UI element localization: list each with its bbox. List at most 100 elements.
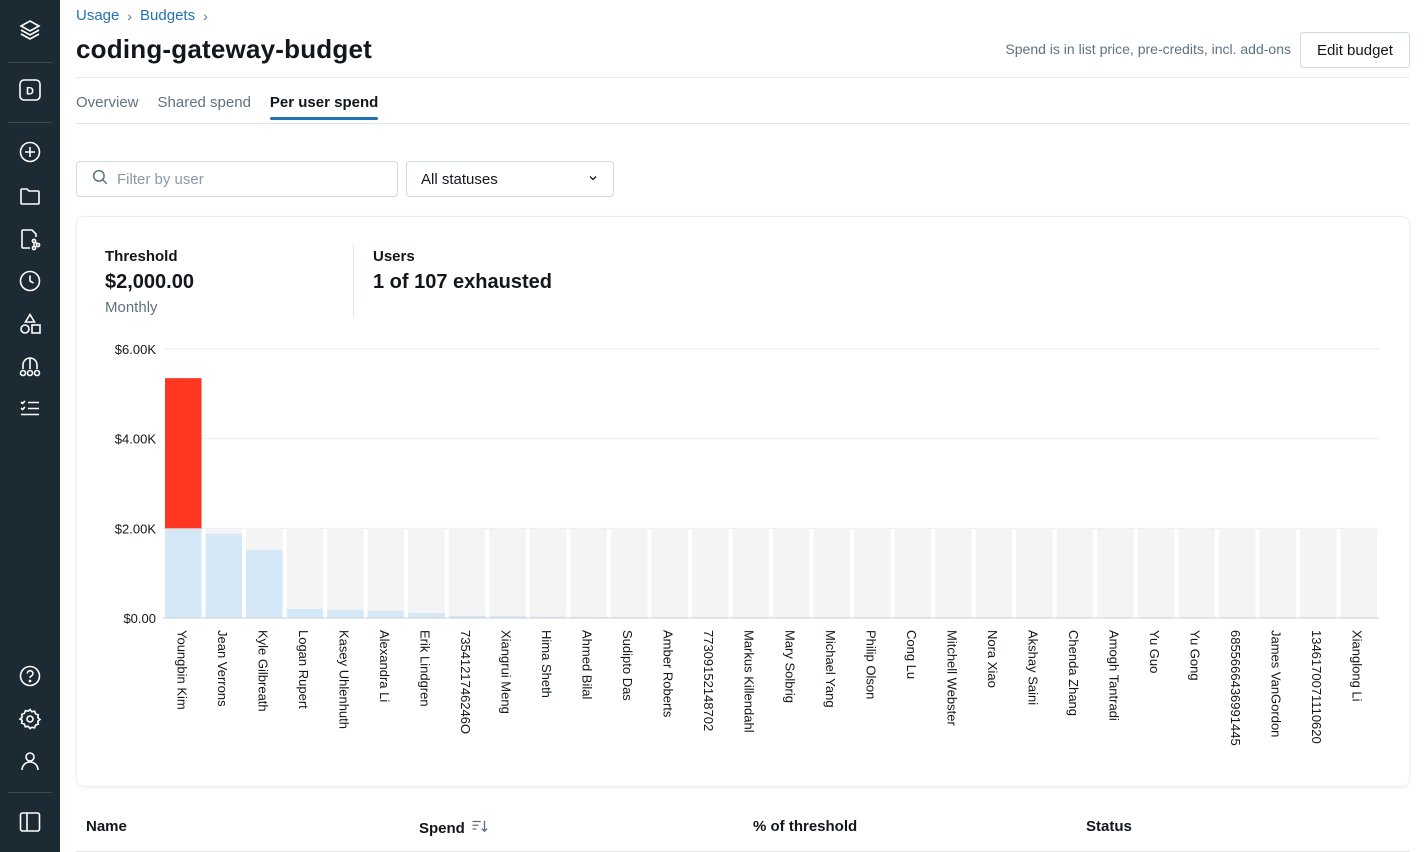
clock-icon[interactable] (18, 269, 42, 293)
x-tick-label: 7354121746246O (458, 630, 473, 734)
tab-per-user-spend[interactable]: Per user spend (269, 94, 379, 120)
threshold-band (1137, 528, 1175, 618)
threshold-band (1178, 528, 1215, 618)
y-tick-label: $2.00K (115, 521, 157, 536)
threshold-band (1097, 528, 1134, 618)
threshold-band (854, 528, 891, 618)
threshold-band (691, 528, 729, 618)
x-tick-label: Hima Sheth (539, 630, 554, 698)
y-tick-label: $0.00 (123, 611, 156, 626)
x-tick-label: Cong Lu (904, 630, 919, 679)
bar (408, 613, 445, 618)
column-status[interactable]: Status (1086, 818, 1132, 835)
bar (367, 610, 405, 618)
x-tick-label: Nora Xiao (985, 630, 1000, 688)
threshold-band (570, 528, 607, 618)
threshold-band (935, 528, 972, 618)
checklist-icon[interactable] (18, 397, 42, 421)
x-tick-label: James VanGordon (1269, 630, 1284, 737)
threshold-band (1340, 528, 1377, 618)
x-tick-label: Philip Olson (863, 630, 878, 699)
per-user-spend-chart: $0.00 $2.00K $4.00K $6.00K Youngbin Kim Jean … (115, 342, 1379, 746)
threshold-band (286, 528, 324, 618)
header-divider (76, 77, 1410, 78)
x-tick-label: Chenda Zhang (1066, 630, 1081, 716)
folder-icon[interactable] (18, 184, 42, 208)
bar (286, 609, 324, 618)
chevron-down-icon (587, 171, 599, 188)
hierarchy-icon[interactable] (18, 355, 42, 379)
x-tick-label: Amogh Tantradi (1107, 630, 1122, 721)
x-tick-label: Akshay Saini (1025, 630, 1040, 705)
layers-logo-icon[interactable] (18, 18, 42, 42)
search-icon (91, 168, 109, 191)
x-tick-label: Mitchell Webster (944, 630, 959, 727)
column-spend[interactable]: Spend (419, 818, 489, 838)
plus-circle-icon[interactable] (18, 140, 42, 164)
bar-over-threshold (165, 378, 202, 529)
bar-under-threshold (165, 528, 202, 618)
threshold-band (367, 528, 405, 618)
threshold-band (1259, 528, 1296, 618)
sort-descending-icon[interactable] (471, 818, 489, 838)
table-header: Name Spend % of threshold Status (76, 806, 1410, 852)
user-icon[interactable] (18, 749, 42, 773)
threshold-band (813, 528, 851, 618)
threshold-band (327, 528, 364, 618)
filter-by-user-input[interactable] (117, 170, 377, 188)
bar (246, 549, 283, 618)
threshold-band (1016, 528, 1053, 618)
x-tick-label: Sudipto Das (620, 630, 635, 701)
per-user-spend-card: Threshold $2,000.00 Monthly Users 1 of 1… (76, 216, 1410, 787)
edit-budget-button[interactable]: Edit budget (1300, 32, 1410, 68)
threshold-band (1218, 528, 1256, 618)
threshold-band (1299, 528, 1337, 618)
threshold-band (651, 528, 688, 618)
y-tick-label: $6.00K (115, 342, 157, 357)
threshold-band (732, 528, 769, 618)
x-tick-label: Ahmed Bilal (580, 630, 595, 699)
column-percent-of-threshold[interactable]: % of threshold (753, 818, 857, 835)
threshold-band (610, 528, 648, 618)
x-tick-label: Xiangrui Meng (499, 630, 514, 714)
x-tick-label: Yu Gong (1188, 630, 1203, 681)
x-tick-label: Mary Solbrig (782, 630, 797, 703)
help-icon[interactable] (18, 664, 42, 688)
column-name[interactable]: Name (86, 818, 127, 835)
tab-shared-spend[interactable]: Shared spend (158, 94, 251, 119)
chevron-right-icon: › (127, 7, 133, 24)
file-git-icon[interactable] (18, 227, 42, 251)
breadcrumb-budgets[interactable]: Budgets (140, 7, 195, 24)
x-tick-label: Kasey Uhlenhuth (336, 630, 351, 729)
x-tick-label: 6855666436991445 (1228, 630, 1243, 746)
shapes-icon[interactable] (18, 312, 42, 336)
workspace-d-icon[interactable]: D (18, 78, 42, 102)
spend-note: Spend is in list price, pre-credits, inc… (1005, 41, 1291, 57)
threshold-band (975, 528, 1013, 618)
x-tick-label: 77309152148702 (701, 630, 716, 731)
x-tick-label: 1346170071110620 (1309, 630, 1324, 744)
x-tick-label: Kyle Gilbreath (255, 630, 270, 712)
tabs-divider (76, 123, 1410, 124)
x-tick-label: Erik Lindgren (417, 630, 432, 707)
sidebar-toggle-icon[interactable] (18, 810, 42, 834)
status-select[interactable]: All statuses (406, 161, 614, 197)
tab-overview[interactable]: Overview (76, 94, 139, 119)
x-tick-label: Xianglong Li (1350, 630, 1365, 702)
threshold-band (1056, 528, 1094, 618)
x-tick-label: Youngbin Kim (174, 630, 189, 710)
status-select-value: All statuses (421, 170, 498, 188)
threshold-band (529, 528, 567, 618)
y-tick-label: $4.00K (115, 432, 157, 447)
x-tick-label: Markus Killendahl (742, 630, 757, 733)
threshold-band (489, 528, 526, 618)
sidebar: D (0, 0, 60, 852)
filter-by-user-field[interactable] (76, 161, 398, 197)
threshold-band (773, 528, 810, 618)
bar (205, 533, 243, 618)
threshold-band (894, 528, 932, 618)
breadcrumb-usage[interactable]: Usage (76, 7, 119, 24)
settings-gear-icon[interactable] (18, 707, 42, 731)
threshold-band (448, 528, 486, 618)
breadcrumb: Usage › Budgets › (76, 7, 208, 24)
